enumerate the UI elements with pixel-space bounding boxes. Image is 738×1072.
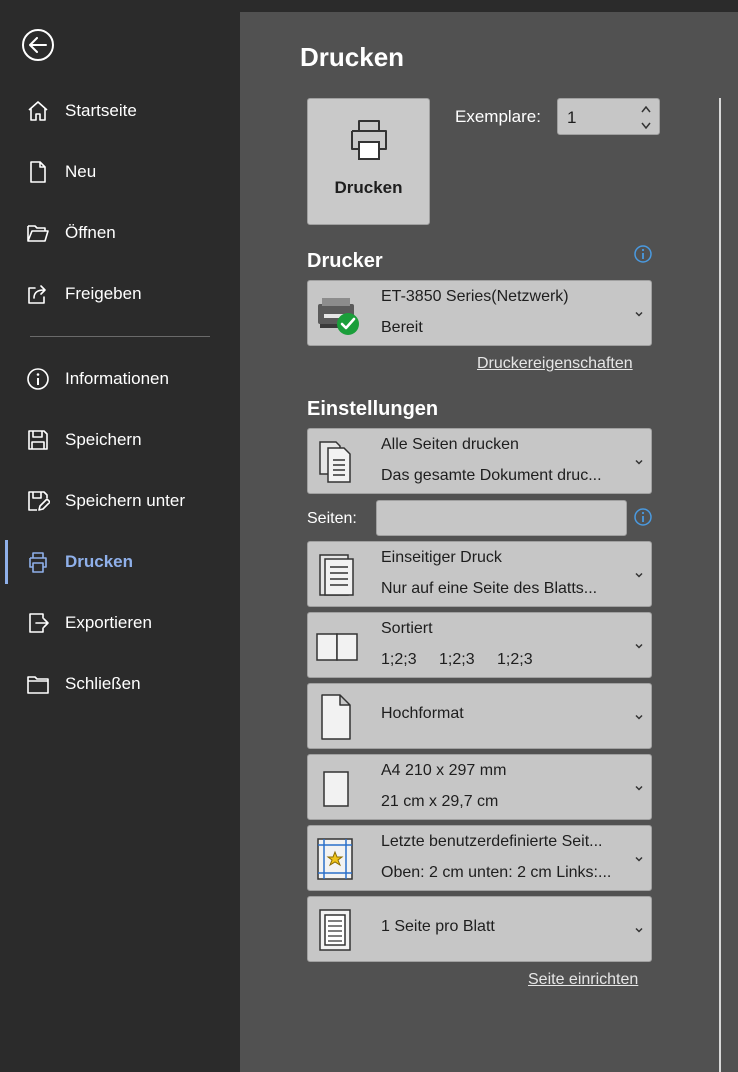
nav-item-speichern[interactable]: Speichern (0, 418, 240, 462)
printer-name: ET-3850 Series(Netzwerk) (381, 288, 569, 305)
nav-label: Schließen (65, 674, 141, 693)
margins-desc: Oben: 2 cm unten: 2 cm Links:... (381, 864, 612, 881)
per-sheet-title: 1 Seite pro Blatt (381, 918, 495, 935)
folder-open-icon (25, 220, 51, 246)
chevron-down-icon (635, 714, 643, 720)
settings-section-title: Einstellungen (307, 398, 439, 420)
chevron-down-icon (635, 459, 643, 465)
share-icon (25, 281, 51, 307)
backstage-sidebar: Startseite Neu Öffnen Freigeben Informat… (0, 0, 240, 1072)
back-arrow-icon (29, 37, 47, 53)
sides-desc: Nur auf eine Seite des Blatts... (381, 580, 598, 597)
printer-properties-link[interactable]: Druckereigenschaften (477, 355, 633, 373)
nav-label: Informationen (65, 369, 169, 388)
collate-title: Sortiert (381, 620, 433, 637)
increment-button[interactable] (640, 103, 652, 115)
active-indicator (5, 540, 8, 584)
nav-label: Öffnen (65, 223, 116, 242)
back-button[interactable] (22, 29, 54, 61)
nav-label: Drucken (65, 552, 134, 571)
pages-input[interactable] (376, 500, 627, 536)
new-document-icon (25, 159, 51, 185)
range-title: Alle Seiten drucken (381, 436, 519, 453)
chevron-down-icon (635, 785, 643, 791)
orientation-title: Hochformat (381, 705, 464, 722)
page-title: Drucken (300, 42, 405, 72)
nav-item-informationen[interactable]: Informationen (0, 357, 240, 401)
chevron-down-icon (641, 122, 651, 129)
nav-divider (30, 336, 210, 337)
margins-title: Letzte benutzerdefinierte Seit... (381, 833, 603, 850)
paper-size-icon (323, 771, 349, 807)
pages-per-sheet-select[interactable]: 1 Seite pro Blatt (307, 896, 652, 962)
single-sided-icon (319, 554, 354, 596)
printer-icon (25, 549, 51, 575)
close-folder-icon (25, 671, 51, 697)
chevron-down-icon (635, 572, 643, 578)
range-desc: Das gesamte Dokument druc... (381, 467, 602, 484)
home-icon (25, 98, 51, 124)
chevron-down-icon (635, 643, 643, 649)
decrement-button[interactable] (640, 119, 652, 131)
nav-item-neu[interactable]: Neu (0, 150, 240, 194)
copies-label: Exemplare: (455, 107, 541, 126)
collate-seq: 1;2;3 (439, 651, 475, 668)
pages-stack-icon (319, 441, 351, 483)
nav-item-exportieren[interactable]: Exportieren (0, 601, 240, 645)
paper-title: A4 210 x 297 mm (381, 762, 507, 779)
chevron-down-icon (635, 311, 643, 317)
page-setup-link[interactable]: Seite einrichten (528, 971, 638, 989)
orientation-select[interactable]: Hochformat (307, 683, 652, 749)
margins-select[interactable]: Letzte benutzerdefinierte Seit... Oben: … (307, 825, 652, 891)
nav-label: Speichern unter (65, 491, 186, 510)
paper-size-select[interactable]: A4 210 x 297 mm 21 cm x 29,7 cm (307, 754, 652, 820)
nav-label: Exportieren (65, 613, 152, 632)
nav-label: Freigeben (65, 284, 142, 303)
collate-seq: 1;2;3 (381, 651, 417, 668)
nav-item-freigeben[interactable]: Freigeben (0, 272, 240, 316)
nav-item-speichern-unter[interactable]: Speichern unter (0, 479, 240, 523)
paper-desc: 21 cm x 29,7 cm (381, 793, 499, 810)
collate-icon (316, 633, 358, 661)
top-strip (240, 0, 738, 12)
print-button-label: Drucken (334, 178, 403, 197)
copies-stepper[interactable]: 1 (557, 98, 660, 135)
chevron-down-icon (635, 927, 643, 933)
save-icon (25, 427, 51, 453)
sides-select[interactable]: Einseitiger Druck Nur auf eine Seite des… (307, 541, 652, 607)
collate-seq: 1;2;3 (497, 651, 533, 668)
nav-item-drucken[interactable]: Drucken (0, 540, 240, 584)
margins-icon (317, 838, 353, 880)
printer-info-icon[interactable] (634, 245, 652, 263)
printer-select[interactable]: ET-3850 Series(Netzwerk) Bereit (307, 280, 652, 346)
nav-label: Speichern (65, 430, 142, 449)
collate-select[interactable]: Sortiert 1;2;3 1;2;3 1;2;3 (307, 612, 652, 678)
print-range-select[interactable]: Alle Seiten drucken Das gesamte Dokument… (307, 428, 652, 494)
nav-item-startseite[interactable]: Startseite (0, 89, 240, 133)
chevron-up-icon (641, 105, 651, 112)
info-icon (25, 366, 51, 392)
nav-item-oeffnen[interactable]: Öffnen (0, 211, 240, 255)
printer-section-title: Drucker (307, 250, 383, 272)
preview-divider (719, 98, 721, 1072)
print-button[interactable]: Drucken (307, 98, 430, 225)
pages-info-icon[interactable] (634, 508, 652, 526)
chevron-down-icon (635, 856, 643, 862)
nav-item-schliessen[interactable]: Schließen (0, 662, 240, 706)
pages-per-sheet-icon (319, 909, 351, 951)
export-icon (25, 610, 51, 636)
printer-status: Bereit (381, 319, 423, 336)
portrait-page-icon (321, 694, 351, 740)
printer-device-icon (318, 298, 359, 335)
sides-title: Einseitiger Druck (381, 549, 502, 566)
pages-label: Seiten: (307, 510, 357, 527)
printer-icon (351, 120, 387, 160)
print-pane: Drucken Drucken Exemplare: 1 Drucker ET-… (240, 12, 738, 1072)
nav-label: Neu (65, 162, 97, 181)
copies-value: 1 (567, 108, 577, 127)
save-as-icon (25, 488, 51, 514)
nav-label: Startseite (65, 101, 137, 120)
